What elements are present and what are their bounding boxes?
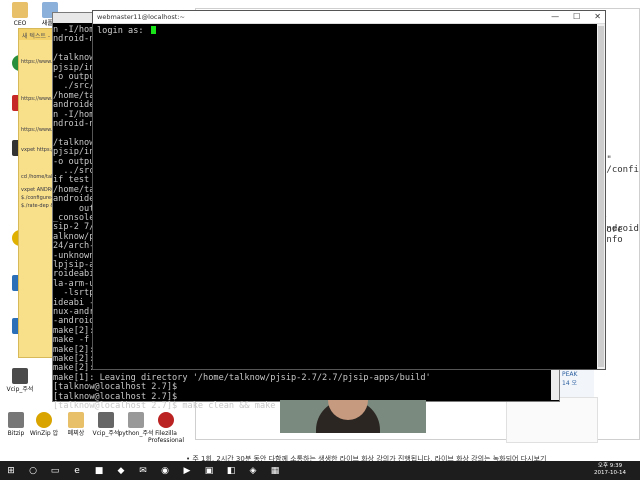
desktop-icon-label: Vcip_주석 xyxy=(6,386,34,393)
notepad-line: $./rate-dep & xyxy=(21,203,55,209)
terminal-front-titlebar[interactable]: webmaster11@localhost:~ — ☐ ✕ xyxy=(93,11,605,24)
app-icon xyxy=(98,412,114,428)
scrollbar[interactable] xyxy=(597,24,605,369)
start-button[interactable]: ⊞ xyxy=(0,461,22,480)
desktop-icon-label: CEO xyxy=(13,20,27,27)
peak-sub: 14 오 xyxy=(562,380,578,387)
maximize-button[interactable]: ☐ xyxy=(573,12,580,21)
minimize-button[interactable]: — xyxy=(551,12,559,21)
peak-label: PEAK xyxy=(562,371,578,378)
browser-text: t" ./confi xyxy=(601,155,639,175)
taskbar-apps: ○ ▭ e ■ ◆ ✉ ◉ ▶ ▣ ◧ ◈ ▦ xyxy=(22,461,286,480)
taskbar-app-icon[interactable]: ▶ xyxy=(176,461,198,480)
notepad-line: https://www. xyxy=(21,127,53,133)
app-icon xyxy=(128,412,144,428)
taskbar: ⊞ ○ ▭ e ■ ◆ ✉ ◉ ▶ ▣ ◧ ◈ ▦ 오후 9:39 2017-10-14 xyxy=(0,461,640,480)
peak-badge: PEAK 14 오 xyxy=(560,369,594,399)
notepad-line: vxpet ANDRO xyxy=(21,187,56,193)
scrollbar[interactable] xyxy=(551,368,559,400)
filezilla-icon xyxy=(158,412,174,428)
scrollbar-thumb[interactable] xyxy=(598,26,604,367)
desktop-icon-label: Bitzip xyxy=(7,430,25,437)
taskbar-app-icon[interactable]: ✉ xyxy=(132,461,154,480)
taskbar-app-icon[interactable]: ◆ xyxy=(110,461,132,480)
notepad-line: $./configure-- xyxy=(21,195,55,201)
text-cursor xyxy=(150,26,156,34)
desktop-icon-label: Filezilla Professional xyxy=(147,430,185,444)
browser-text: more info xyxy=(601,225,623,245)
winzip-icon xyxy=(36,412,52,428)
app-icon xyxy=(12,368,28,384)
desktop-icon[interactable]: Filezilla Professional xyxy=(146,412,186,444)
taskbar-app-icon[interactable]: ▦ xyxy=(264,461,286,480)
taskbar-app-icon[interactable]: ▣ xyxy=(198,461,220,480)
clock-time: 오후 9:39 xyxy=(597,463,623,469)
notepad-line: https://www. xyxy=(21,96,53,102)
close-button[interactable]: ✕ xyxy=(594,12,601,21)
folder-icon xyxy=(68,412,84,428)
taskbar-app-icon[interactable]: ◈ xyxy=(242,461,264,480)
terminal-front-window[interactable]: webmaster11@localhost:~ — ☐ ✕ login as: xyxy=(92,10,606,370)
window-title: webmaster11@localhost:~ xyxy=(97,13,185,21)
terminal-prompt[interactable]: login as: xyxy=(97,26,156,36)
desktop-icon-label: WinZip 압 xyxy=(29,430,59,437)
taskbar-clock[interactable]: 오후 9:39 2017-10-14 xyxy=(594,463,626,477)
folder-icon xyxy=(12,2,28,18)
sidebar-card xyxy=(506,397,598,443)
taskbar-app-icon[interactable]: ▭ xyxy=(44,461,66,480)
taskbar-app-icon[interactable]: e xyxy=(66,461,88,480)
app-icon xyxy=(8,412,24,428)
clock-date: 2017-10-14 xyxy=(594,470,626,476)
video-thumbnail[interactable] xyxy=(280,400,426,433)
notepad-line: cd /home/talk xyxy=(21,174,56,180)
taskbar-app-icon[interactable]: ○ xyxy=(22,461,44,480)
bottom-icons: Bitzip WinZip 압 폐찌상 Vcip_주석 python_주석 Fi… xyxy=(0,410,200,450)
notepad-line: https://www. xyxy=(21,59,53,65)
taskbar-app-icon[interactable]: ◉ xyxy=(154,461,176,480)
taskbar-app-icon[interactable]: ■ xyxy=(88,461,110,480)
desktop-icon-label: 폐찌상 xyxy=(67,430,85,437)
desktop-icon-app[interactable]: Vcip_주석 xyxy=(0,368,40,393)
login-prompt-text: login as: xyxy=(97,26,149,36)
taskbar-app-icon[interactable]: ◧ xyxy=(220,461,242,480)
